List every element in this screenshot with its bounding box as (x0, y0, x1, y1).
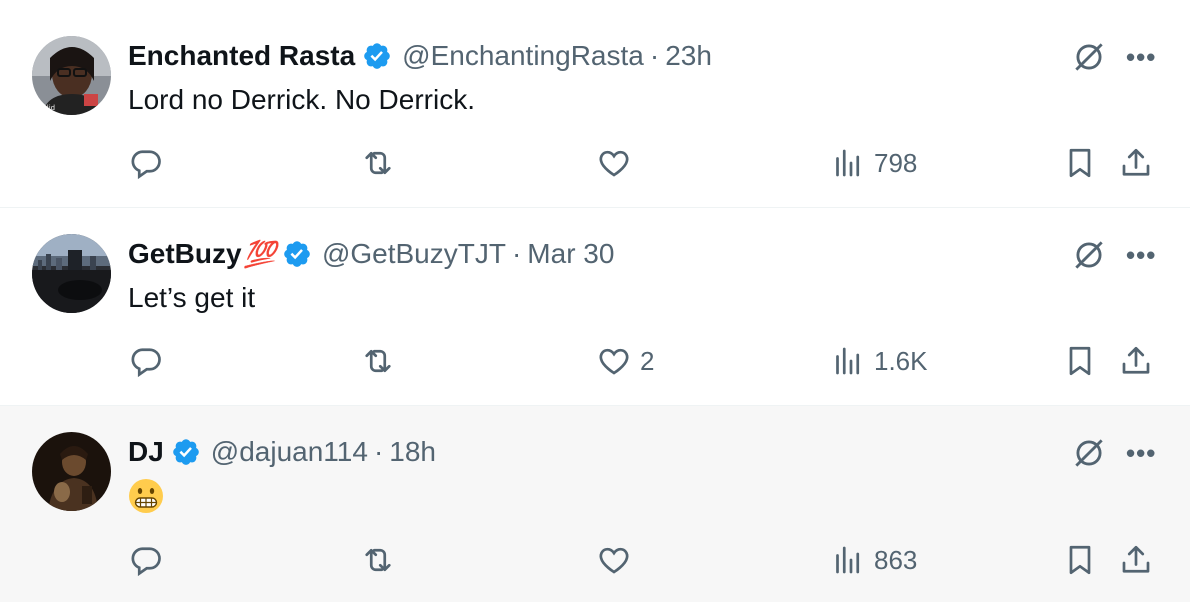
bookmark-button[interactable] (1062, 341, 1098, 381)
like-button[interactable]: 2 (596, 341, 654, 381)
views-icon (830, 542, 866, 578)
retweet-button[interactable] (360, 341, 396, 381)
more-icon[interactable]: ••• (1126, 44, 1156, 70)
hundred-points-emoji: 💯 (243, 238, 276, 269)
timestamp[interactable]: 18h (389, 436, 436, 468)
views-count: 798 (874, 147, 918, 178)
avatar-image: adid (32, 36, 111, 115)
tweet-text (128, 478, 164, 521)
heart-icon (596, 343, 632, 379)
more-icon[interactable]: ••• (1126, 440, 1156, 466)
retweet-icon (360, 343, 396, 379)
grok-icon[interactable] (1070, 38, 1108, 76)
like-button[interactable] (596, 540, 640, 580)
display-name[interactable]: GetBuzy (128, 238, 242, 270)
bookmark-icon (1062, 145, 1098, 181)
tweet-actions: 863 (0, 540, 1190, 580)
retweet-icon (360, 145, 396, 181)
reply-button[interactable] (128, 341, 164, 381)
tweet-top-actions: ••• (1070, 236, 1156, 274)
user-handle[interactable]: @GetBuzyTJT (322, 238, 506, 270)
views-button[interactable]: 1.6K (830, 341, 928, 381)
bookmark-button[interactable] (1062, 540, 1098, 580)
avatar-image (32, 234, 111, 313)
views-count: 863 (874, 544, 918, 575)
bookmark-icon (1062, 542, 1098, 578)
reply-icon (128, 145, 164, 181)
reply-button[interactable] (128, 143, 164, 183)
tweet[interactable]: adid Enchanted Rasta @EnchantingRasta · … (0, 0, 1190, 208)
timestamp[interactable]: 23h (665, 40, 712, 72)
reply-icon (128, 542, 164, 578)
tweet-actions: 2 1.6K (0, 341, 1190, 381)
retweet-icon (360, 542, 396, 578)
reply-icon (128, 343, 164, 379)
verified-badge-icon[interactable] (171, 437, 201, 467)
views-button[interactable]: 863 (830, 540, 917, 580)
grok-icon[interactable] (1070, 434, 1108, 472)
grimacing-face-emoji (128, 478, 164, 514)
timestamp[interactable]: Mar 30 (527, 238, 614, 270)
verified-badge-icon[interactable] (282, 239, 312, 269)
share-icon (1118, 343, 1154, 379)
retweet-button[interactable] (360, 540, 396, 580)
bookmark-icon (1062, 343, 1098, 379)
tweet-text: Lord no Derrick. No Derrick. (128, 84, 475, 115)
views-button[interactable]: 798 (830, 143, 917, 183)
verified-badge-icon[interactable] (362, 41, 392, 71)
reply-feed: adid Enchanted Rasta @EnchantingRasta · … (0, 0, 1190, 602)
like-count: 2 (640, 345, 655, 376)
display-name[interactable]: DJ (128, 436, 164, 468)
tweet-header: GetBuzy 💯 @GetBuzyTJT · Mar 30 (128, 234, 614, 274)
separator-dot: · (511, 238, 522, 269)
grok-icon[interactable] (1070, 236, 1108, 274)
views-icon (830, 145, 866, 181)
tweet-header: DJ @dajuan114 · 18h (128, 432, 436, 472)
reply-button[interactable] (128, 540, 164, 580)
like-button[interactable] (596, 143, 640, 183)
display-name[interactable]: Enchanted Rasta (128, 40, 355, 72)
avatar[interactable]: adid (32, 36, 111, 115)
user-handle[interactable]: @EnchantingRasta (402, 40, 644, 72)
share-button[interactable] (1118, 341, 1154, 381)
tweet-text: Let’s get it (128, 282, 256, 313)
share-icon (1118, 145, 1154, 181)
views-icon (830, 343, 866, 379)
retweet-button[interactable] (360, 143, 396, 183)
share-icon (1118, 542, 1154, 578)
avatar[interactable] (32, 432, 111, 511)
svg-text:adid: adid (40, 104, 55, 112)
share-button[interactable] (1118, 540, 1154, 580)
avatar[interactable] (32, 234, 111, 313)
more-icon[interactable]: ••• (1126, 242, 1156, 268)
separator-dot: · (373, 436, 384, 467)
share-button[interactable] (1118, 143, 1154, 183)
tweet-header: Enchanted Rasta @EnchantingRasta · 23h (128, 36, 712, 76)
separator-dot: · (649, 40, 660, 71)
bookmark-button[interactable] (1062, 143, 1098, 183)
user-handle[interactable]: @dajuan114 (211, 436, 368, 468)
heart-icon (596, 542, 632, 578)
tweet-top-actions: ••• (1070, 434, 1156, 472)
views-count: 1.6K (874, 345, 928, 376)
tweet-top-actions: ••• (1070, 38, 1156, 76)
avatar-image (32, 432, 111, 511)
tweet-actions: 798 (0, 143, 1190, 183)
heart-icon (596, 145, 632, 181)
